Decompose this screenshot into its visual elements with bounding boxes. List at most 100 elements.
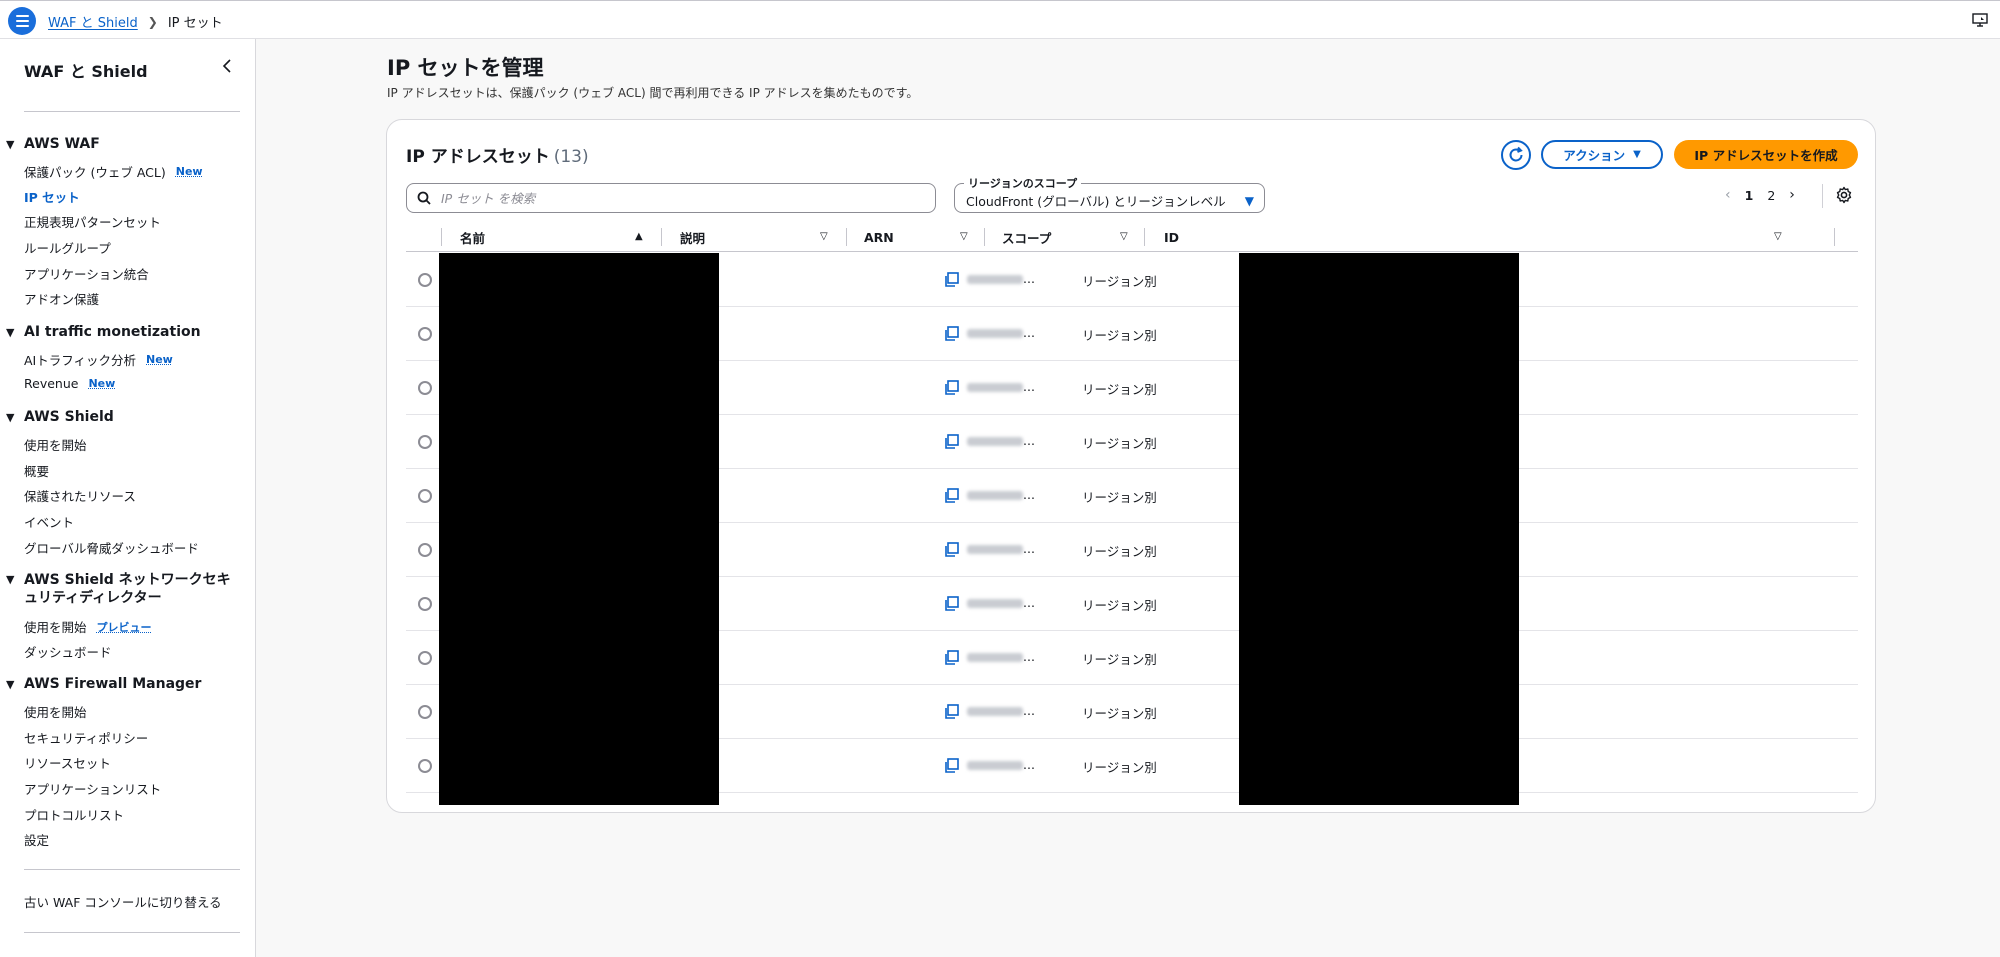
sidebar-item-settings[interactable]: 設定 [24, 830, 49, 849]
column-header-name[interactable]: 名前 ▲ [460, 222, 650, 252]
sidebar-item-nsd-dashboard[interactable]: ダッシュボード [24, 642, 112, 661]
column-header-scope[interactable]: スコープ ▽ [1002, 222, 1142, 252]
arn-value: ... [1023, 379, 1035, 394]
column-divider[interactable] [984, 228, 985, 246]
sidebar-item-protocol-lists[interactable]: プロトコルリスト [24, 805, 124, 824]
row-select-radio[interactable] [418, 327, 432, 341]
copy-arn-icon[interactable] [943, 380, 959, 396]
collapse-sidebar-icon[interactable] [220, 58, 236, 74]
column-label: ID [1164, 229, 1180, 245]
sidebar-item-application-integration[interactable]: アプリケーション統合 [24, 264, 149, 283]
scope-value: リージョン別 [1082, 652, 1157, 667]
sidebar-item-regex-pattern-sets[interactable]: 正規表現パターンセット [24, 212, 161, 231]
menu-icon[interactable] [8, 7, 36, 35]
row-select-radio[interactable] [418, 651, 432, 665]
sidebar-item-ip-sets[interactable]: IP セット [24, 187, 80, 206]
sidebar-item-fm-getting-started[interactable]: 使用を開始 [24, 702, 87, 721]
sidebar-section-network-security-director[interactable]: ▼ AWS Shield ネットワークセキ ュリティディレクター [6, 571, 231, 607]
row-select-radio[interactable] [418, 759, 432, 773]
copy-arn-icon[interactable] [943, 434, 959, 450]
column-divider [1834, 228, 1835, 246]
copy-arn-icon[interactable] [943, 596, 959, 612]
section-label-line-2: ュリティディレクター [24, 590, 162, 606]
breadcrumb-waf-shield[interactable]: WAF と Shield [48, 12, 138, 31]
row-select-radio[interactable] [418, 705, 432, 719]
column-label: 説明 [680, 230, 706, 246]
sidebar-section-firewall-manager[interactable]: ▼ AWS Firewall Manager [6, 676, 201, 692]
row-select-radio[interactable] [418, 597, 432, 611]
section-label: AWS Firewall Manager [24, 676, 202, 692]
sidebar-item-protection-packs[interactable]: 保護パック (ウェブ ACL) New [24, 162, 203, 181]
region-scope-label: リージョンのスコープ [964, 175, 1082, 191]
column-header-arn[interactable]: ARN ▽ [864, 222, 984, 252]
copy-arn-icon[interactable] [943, 650, 959, 666]
column-header-id[interactable]: ID ▽ [1164, 222, 1854, 252]
sidebar-item-resource-sets[interactable]: リソースセット [24, 753, 111, 772]
page-2-button[interactable]: 2 [1767, 188, 1775, 203]
feedback-monitor-icon[interactable] [1972, 12, 1988, 28]
sidebar-item-application-lists[interactable]: アプリケーションリスト [24, 779, 161, 798]
previous-page-icon[interactable]: ‹ [1725, 187, 1731, 203]
scope-value: リージョン別 [1082, 490, 1157, 505]
next-page-icon[interactable]: › [1789, 187, 1795, 203]
sidebar-item-shield-getting-started[interactable]: 使用を開始 [24, 435, 87, 454]
sidebar-section-aws-shield[interactable]: ▼ AWS Shield [6, 409, 114, 425]
page-title: IP セットを管理 [387, 56, 544, 80]
copy-arn-icon[interactable] [943, 272, 959, 288]
row-select-radio[interactable] [418, 273, 432, 287]
top-navigation-bar: WAF と Shield ❯ IP セット [0, 0, 2000, 39]
refresh-button[interactable] [1501, 140, 1531, 170]
caret-down-icon: ▼ [6, 678, 15, 691]
sidebar-item-revenue[interactable]: Revenue New [24, 376, 115, 391]
copy-arn-icon[interactable] [943, 704, 959, 720]
column-divider[interactable] [1144, 228, 1145, 246]
page-description: IP アドレスセットは、保護パック (ウェブ ACL) 間で再利用できる IP … [387, 86, 919, 100]
gear-icon[interactable] [1835, 186, 1853, 204]
page-1-button[interactable]: 1 [1745, 188, 1754, 203]
copy-arn-icon[interactable] [943, 488, 959, 504]
row-select-radio[interactable] [418, 381, 432, 395]
redacted-arn-text [967, 707, 1023, 716]
sidebar-item-security-policies[interactable]: セキュリティポリシー [24, 728, 148, 747]
item-label: 使用を開始 [24, 620, 87, 635]
create-ip-set-button[interactable]: IP アドレスセットを作成 [1674, 140, 1858, 169]
sidebar-title: WAF と Shield [24, 62, 148, 81]
actions-dropdown-button[interactable]: アクション ▼ [1541, 140, 1663, 169]
sidebar-item-switch-classic-console[interactable]: 古い WAF コンソールに切り替える [24, 892, 222, 911]
sidebar-item-global-threat-dashboard[interactable]: グローバル脅威ダッシュボード [24, 538, 199, 557]
sidebar-item-rule-groups[interactable]: ルールグループ [24, 238, 111, 257]
row-select-radio[interactable] [418, 489, 432, 503]
copy-arn-icon[interactable] [943, 758, 959, 774]
section-label-line-1: AWS Shield ネットワークセキ [24, 572, 231, 588]
column-divider[interactable] [661, 228, 662, 246]
redacted-arn-text [967, 491, 1023, 500]
sidebar-item-events[interactable]: イベント [24, 512, 74, 531]
column-label: 名前 [460, 230, 486, 246]
column-header-description[interactable]: 説明 ▽ [680, 222, 830, 252]
copy-arn-icon[interactable] [943, 542, 959, 558]
search-input[interactable] [441, 190, 901, 206]
sidebar-item-protected-resources[interactable]: 保護されたリソース [24, 486, 136, 505]
row-select-radio[interactable] [418, 543, 432, 557]
row-select-radio[interactable] [418, 435, 432, 449]
pagination-divider [1822, 184, 1823, 208]
sidebar-item-add-on-protections[interactable]: アドオン保護 [24, 289, 99, 308]
sidebar-item-nsd-getting-started[interactable]: 使用を開始 プレビュー [24, 617, 152, 636]
ip-sets-table-panel: IP アドレスセット(13) アクション ▼ IP アドレスセットを作成 リージ… [386, 119, 1876, 813]
caret-down-icon: ▼ [6, 138, 15, 151]
sidebar-section-aws-waf[interactable]: ▼ AWS WAF [6, 136, 100, 152]
column-divider[interactable] [846, 228, 847, 246]
sidebar-divider [24, 869, 240, 870]
sidebar-item-shield-overview[interactable]: 概要 [24, 461, 49, 480]
search-field[interactable] [406, 183, 936, 213]
scope-value: リージョン別 [1082, 598, 1157, 613]
section-label: AWS WAF [24, 136, 100, 152]
actions-label: アクション [1563, 148, 1626, 163]
sidebar-item-ai-traffic-analysis[interactable]: AIトラフィック分析 New [24, 350, 173, 369]
column-label: スコープ [1002, 230, 1052, 246]
sidebar-divider [24, 111, 240, 112]
copy-arn-icon[interactable] [943, 326, 959, 342]
refresh-icon [1509, 146, 1523, 162]
sidebar-section-ai-traffic-monetization[interactable]: ▼ AI traffic monetization [6, 324, 201, 340]
redacted-arn-text [967, 383, 1023, 392]
